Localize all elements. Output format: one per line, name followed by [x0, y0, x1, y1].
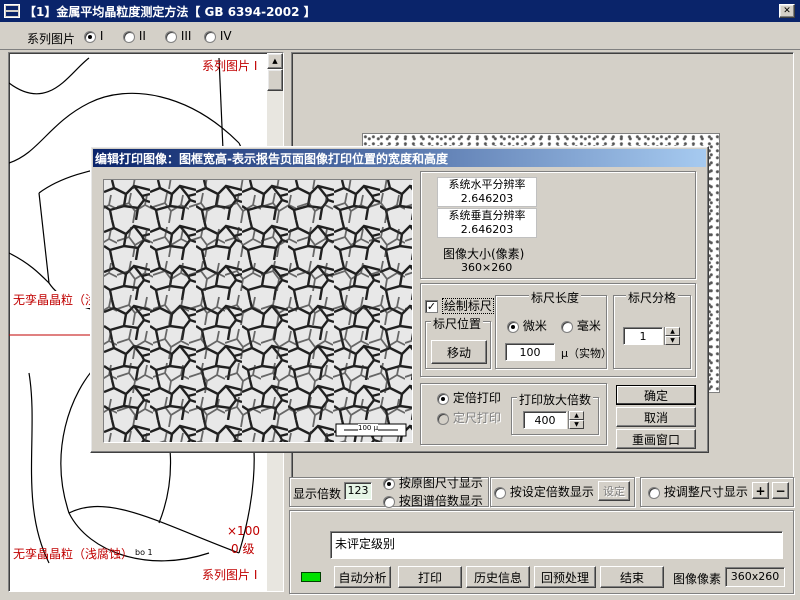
series-radio-4[interactable]: IV: [204, 29, 232, 43]
fixed-size-print-radio[interactable]: 定尺打印: [437, 409, 501, 426]
h-res-box: 系统水平分辨率 2.646203: [437, 177, 537, 207]
grade-result-field[interactable]: 未评定级别: [330, 531, 783, 559]
grade-label: 0 级: [231, 542, 255, 556]
unit-micron-radio[interactable]: 微米: [507, 317, 547, 334]
scale-divisions-label: 标尺分格: [626, 289, 679, 306]
spin-down-icon[interactable]: ▼: [569, 420, 584, 429]
zoom-out-button[interactable]: −: [772, 482, 789, 499]
app-icon: [4, 4, 20, 18]
v-res-label: 系统垂直分辨率: [448, 209, 526, 222]
scale-tag: bo 1: [135, 548, 153, 557]
window-title: 【1】金属平均晶粒度测定方法【 GB 6394-2002 】: [24, 4, 316, 19]
move-button[interactable]: 移动: [431, 340, 487, 364]
scale-divisions-spinner[interactable]: ▲ ▼: [664, 327, 680, 345]
spin-up-icon[interactable]: ▲: [569, 411, 584, 420]
fixed-mag-print-radio[interactable]: 定倍打印: [437, 389, 501, 406]
caption-bottom-right: 系列图片 I: [202, 568, 258, 582]
window-title-bar: 【1】金属平均晶粒度测定方法【 GB 6394-2002 】 ✕: [0, 0, 800, 22]
h-res-label: 系统水平分辨率: [448, 178, 526, 191]
dialog-title: 编辑打印图像：图框宽高-表示报告页面图像打印位置的宽度和高度: [95, 151, 448, 166]
opt-original-size[interactable]: 按原图尺寸显示: [383, 474, 483, 491]
image-size-label: 图像大小(像素): [443, 247, 525, 261]
print-button[interactable]: 打印: [398, 566, 462, 588]
caption-bottom-left: 无孪晶晶粒（浅腐蚀）: [13, 547, 134, 561]
h-res-value: 2.646203: [460, 192, 514, 205]
scroll-thumb[interactable]: [267, 69, 283, 91]
zoom-in-button[interactable]: +: [752, 482, 769, 499]
v-res-value: 2.646203: [460, 223, 514, 236]
dialog-title-bar: 编辑打印图像：图框宽高-表示报告页面图像打印位置的宽度和高度: [93, 149, 706, 167]
close-icon[interactable]: ✕: [779, 4, 795, 18]
edit-print-dialog: 编辑打印图像：图框宽高-表示报告页面图像打印位置的宽度和高度 100 μ 系统水…: [90, 146, 709, 453]
history-button[interactable]: 历史信息: [466, 566, 530, 588]
opt-set-mag[interactable]: 按设定倍数显示: [494, 483, 594, 500]
print-mag-input[interactable]: [523, 411, 567, 429]
scale-length-input[interactable]: [505, 343, 555, 361]
scale-length-label: 标尺长度: [529, 289, 582, 306]
pixel-value: 360x260: [725, 567, 785, 587]
series-radio-1[interactable]: I: [84, 29, 103, 43]
preprocess-button[interactable]: 回预处理: [534, 566, 596, 588]
auto-analyze-button[interactable]: 自动分析: [334, 566, 391, 588]
display-mag-label: 显示倍数: [293, 487, 342, 501]
magnification-label: ×100: [227, 524, 260, 538]
series-label: 系列图片: [27, 32, 76, 46]
opt-adjust-size[interactable]: 按调整尺寸显示: [648, 483, 748, 500]
end-button[interactable]: 结束: [600, 566, 664, 588]
print-mag-spinner[interactable]: ▲ ▼: [568, 411, 584, 429]
caption-top: 系列图片 I: [202, 59, 258, 73]
redraw-window-button[interactable]: 重画窗口: [616, 429, 696, 449]
scale-divisions-input[interactable]: [623, 327, 663, 345]
series-radio-3[interactable]: III: [165, 29, 191, 43]
pixel-label: 图像像素: [673, 572, 722, 586]
cancel-button[interactable]: 取消: [616, 407, 696, 427]
status-led: [301, 572, 321, 582]
series-toolbar: 系列图片 I II III IV: [0, 22, 800, 50]
print-mag-label: 打印放大倍数: [517, 391, 594, 408]
unit-mm-radio[interactable]: 毫米: [561, 317, 601, 334]
spin-up-icon[interactable]: ▲: [665, 327, 680, 336]
v-res-box: 系统垂直分辨率 2.646203: [437, 208, 537, 238]
micrograph-image: [104, 180, 412, 442]
image-size-value: 360×260: [461, 261, 513, 274]
set-button[interactable]: 设定: [598, 481, 630, 501]
scroll-up-icon[interactable]: ▲: [267, 53, 283, 69]
series-radio-2[interactable]: II: [123, 29, 146, 43]
micrograph-frame: 100 μ: [103, 179, 413, 443]
draw-scale-checkbox[interactable]: ✓ 绘制标尺: [425, 297, 494, 314]
opt-chart-mag[interactable]: 按图谱倍数显示: [383, 492, 483, 509]
scale-position-label: 标尺位置: [431, 315, 484, 332]
display-mag-value: 123: [344, 482, 372, 500]
spin-down-icon[interactable]: ▼: [665, 336, 680, 345]
ok-button[interactable]: 确定: [616, 385, 696, 405]
scale-length-unit: μ（实物）: [561, 347, 612, 360]
micrograph-scalebar-label: 100 μ: [358, 424, 379, 432]
